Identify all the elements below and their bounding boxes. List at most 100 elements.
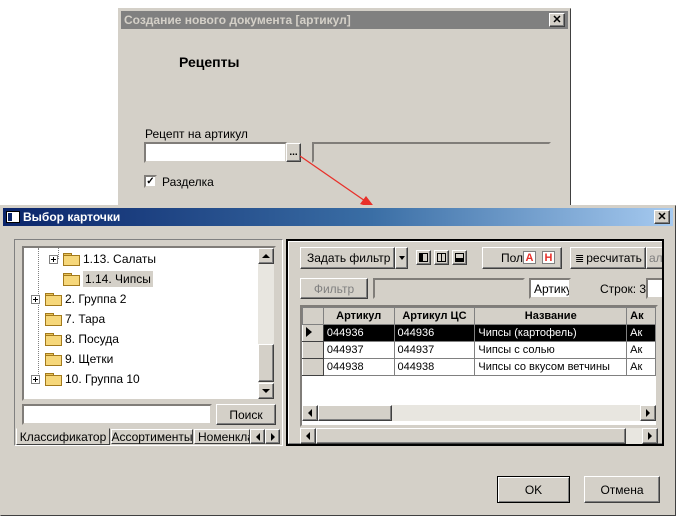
tree-item[interactable]: 9. Щетки	[45, 349, 113, 369]
arrow-left-icon	[252, 432, 260, 441]
tree-vertical-scrollbar[interactable]	[258, 248, 274, 399]
dialog-close-button[interactable]: ✕	[654, 210, 670, 224]
arrow-left-icon	[302, 432, 310, 440]
tree-item-selected[interactable]: 1.14. Чипсы	[63, 269, 153, 289]
scroll-left-button[interactable]	[300, 428, 316, 444]
section-heading: Рецепты	[179, 54, 240, 70]
expand-icon[interactable]	[31, 374, 40, 384]
tab-classifier[interactable]: Классификатор	[16, 428, 110, 445]
table-row-selected[interactable]: 044936 044936 Чипсы (картофель) Ак	[302, 324, 656, 342]
background-close-button[interactable]: ✕	[549, 13, 565, 27]
tree-search-input[interactable]	[22, 404, 212, 425]
tree-item-label: 1.13. Салаты	[83, 252, 157, 266]
recipe-input[interactable]	[144, 142, 287, 163]
close-icon: ✕	[657, 211, 667, 223]
table-row[interactable]: 044938 044938 Чипсы со вкусом ветчины Ак	[302, 358, 656, 376]
ellipsis-icon: ...	[289, 146, 298, 158]
extra-button[interactable]: ал	[646, 247, 662, 269]
column-header-name[interactable]: Название	[474, 307, 628, 325]
table-cell: 044936	[322, 324, 395, 342]
scroll-right-button[interactable]	[640, 405, 656, 421]
tree-item[interactable]: 2. Группа 2	[31, 289, 126, 309]
search-button[interactable]: Поиск	[216, 404, 276, 425]
row-indicator	[302, 341, 324, 359]
right-panel: Задать фильтр Пол А Н ≣ ресчитать ал Фил…	[286, 239, 664, 446]
arrow-up-icon	[262, 250, 270, 258]
expand-icon[interactable]	[49, 254, 58, 264]
tab-assortments[interactable]: Ассортименты	[111, 429, 193, 444]
cutting-checkbox-label: Разделка	[162, 175, 214, 189]
cancel-button[interactable]: Отмена	[584, 476, 660, 503]
arrow-left-icon	[304, 409, 312, 417]
scroll-right-button[interactable]	[642, 428, 658, 444]
arrow-down-icon	[398, 256, 405, 264]
table-cell: 044937	[322, 341, 395, 359]
tree-item[interactable]: 1.13. Салаты	[49, 249, 156, 269]
folder-icon	[45, 313, 62, 326]
layout-bottom-button[interactable]	[452, 250, 467, 265]
arrow-right-icon	[648, 432, 656, 440]
grid-header-row: Артикул Артикул ЦС Название Ак	[302, 307, 656, 325]
layout-split-button[interactable]	[434, 250, 449, 265]
folder-icon	[45, 333, 62, 346]
table-cell: Ак	[626, 324, 656, 342]
tree-item[interactable]: 10. Группа 10	[31, 369, 140, 389]
folder-icon	[45, 353, 62, 366]
cutting-checkbox[interactable]: ✓	[144, 175, 157, 188]
expand-icon[interactable]	[31, 294, 40, 304]
tab-scroll-right-button[interactable]	[265, 429, 280, 444]
background-dialog-titlebar: Создание нового документа [артикул] ✕	[121, 11, 568, 29]
data-grid[interactable]: Артикул Артикул ЦС Название Ак 044936 04…	[300, 305, 658, 427]
scroll-up-button[interactable]	[258, 248, 274, 264]
field-combo[interactable]: Артику	[529, 278, 571, 299]
filter-input[interactable]	[373, 278, 525, 299]
recount-button[interactable]: ≣ ресчитать	[570, 247, 646, 269]
tree-item-label: 8. Посуда	[65, 332, 119, 346]
row-indicator	[302, 324, 324, 342]
tab-scroll-left-button[interactable]	[250, 429, 265, 444]
scroll-thumb[interactable]	[316, 428, 626, 444]
tree-item-label: 2. Группа 2	[65, 292, 127, 306]
arrow-right-icon	[270, 432, 279, 441]
scroll-down-button[interactable]	[258, 383, 274, 399]
background-dialog: Создание нового документа [артикул] ✕ Ре…	[118, 8, 571, 212]
arrow-down-icon	[262, 389, 270, 397]
table-row[interactable]: 044937 044937 Чипсы с солью Ак	[302, 341, 656, 359]
set-filter-dropdown-button[interactable]	[395, 247, 408, 269]
recipe-browse-button[interactable]: ...	[286, 143, 301, 162]
tree-item[interactable]: 7. Тара	[45, 309, 105, 329]
set-filter-button[interactable]: Задать фильтр	[300, 247, 395, 269]
tree-item[interactable]: 8. Посуда	[45, 329, 119, 349]
dialog-title: Выбор карточки	[23, 210, 121, 224]
tab-nomenclature[interactable]: Номенкла	[194, 429, 250, 444]
column-header-article[interactable]: Артикул	[322, 307, 395, 325]
classifier-tree[interactable]: 1.13. Салаты 1.14. Чипсы 2. Группа 2 7. …	[22, 246, 276, 401]
close-icon: ✕	[552, 14, 562, 26]
red-a-icon: А	[523, 251, 536, 264]
grid-horizontal-scrollbar[interactable]	[302, 405, 656, 421]
scroll-left-button[interactable]	[302, 405, 318, 421]
dialog-titlebar: Выбор карточки ✕	[3, 208, 673, 226]
scroll-thumb[interactable]	[318, 405, 392, 421]
background-dialog-title: Создание нового документа [артикул]	[124, 13, 351, 27]
window-app-icon	[6, 211, 20, 223]
layout-left-button[interactable]	[416, 250, 431, 265]
recipe-label: Рецепт на артикул	[145, 127, 248, 141]
panel-horizontal-scrollbar[interactable]	[300, 428, 658, 444]
row-pointer-icon	[306, 326, 312, 337]
table-cell: 044938	[393, 358, 476, 376]
ok-button[interactable]: OK	[497, 476, 570, 503]
table-cell: Ак	[626, 341, 656, 359]
arrow-right-icon	[646, 409, 654, 417]
layout-left-icon	[419, 253, 428, 262]
table-cell: 044938	[322, 358, 395, 376]
table-cell: Ак	[626, 358, 656, 376]
column-header-extra[interactable]: Ак	[626, 307, 656, 325]
table-cell: Чипсы с солью	[474, 341, 628, 359]
layout-split-icon	[437, 253, 446, 262]
column-header-article-cs[interactable]: Артикул ЦС	[393, 307, 476, 325]
card-selection-dialog: Выбор карточки ✕ 1.13. Салаты 1.14. Чипс…	[0, 205, 676, 516]
filter-button: Фильтр	[300, 278, 368, 299]
scroll-thumb[interactable]	[258, 344, 274, 382]
red-h-icon: Н	[542, 251, 555, 264]
